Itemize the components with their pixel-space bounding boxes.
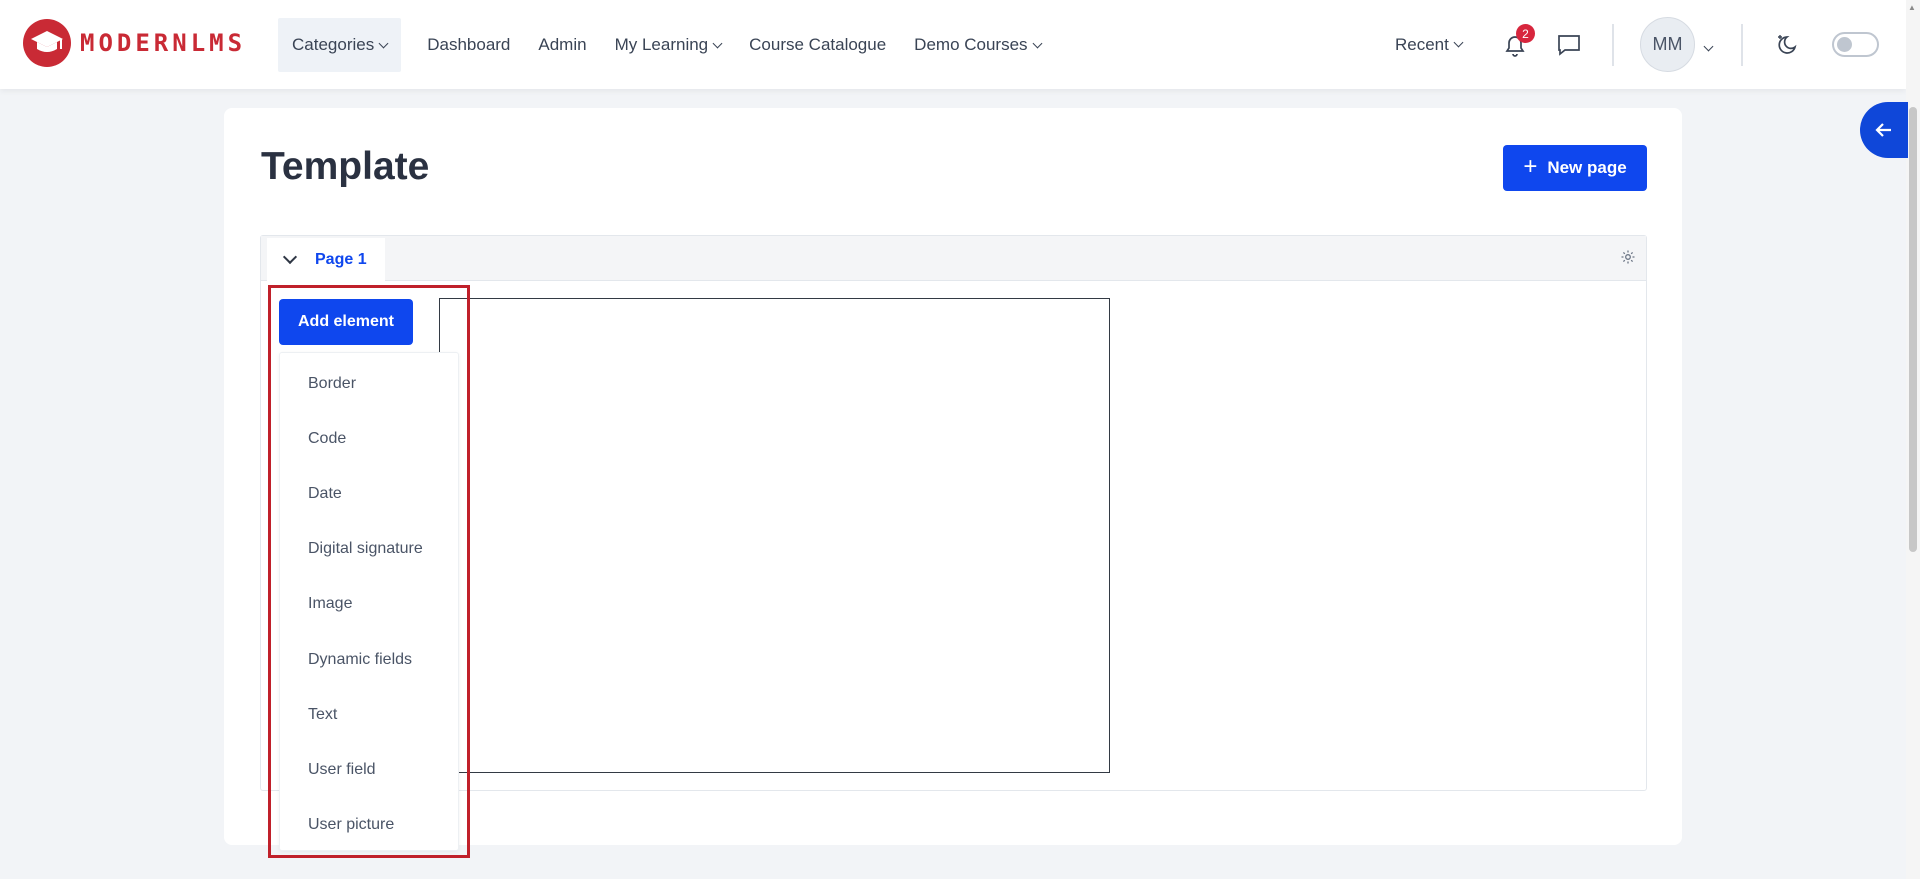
brand-name: MODERNLMS [80, 29, 247, 57]
nav-item-label: Demo Courses [914, 35, 1028, 54]
tab-page-1[interactable]: Page 1 [267, 238, 385, 281]
arrow-left-icon [1875, 123, 1891, 137]
nav-item-label: Course Catalogue [749, 35, 887, 54]
dark-mode-moon-icon[interactable] [1775, 33, 1799, 62]
nav-item-label: Dashboard [427, 35, 511, 54]
recent-label: Recent [1395, 34, 1449, 54]
nav-divider [1612, 24, 1614, 66]
scroll-up-arrow-icon[interactable]: ▲ [1908, 3, 1916, 12]
user-menu-chevron-icon[interactable] [1703, 37, 1714, 55]
recent-dropdown[interactable]: Recent [1395, 0, 1464, 89]
open-drawer-button[interactable] [1860, 102, 1908, 158]
messages-chat-icon[interactable] [1557, 34, 1581, 61]
new-page-button[interactable]: + New page [1503, 145, 1647, 191]
menu-item-user-picture[interactable]: User picture [280, 798, 458, 853]
nav-item-demo-courses[interactable]: Demo Courses [900, 18, 1054, 72]
menu-item-digital-signature[interactable]: Digital signature [280, 522, 458, 577]
graduation-cap-icon [23, 19, 71, 67]
menu-item-user-field[interactable]: User field [280, 742, 458, 797]
user-avatar[interactable]: MM [1640, 17, 1695, 72]
top-navbar: MODERNLMS Categories Dashboard Admin My Lea… [0, 0, 1906, 89]
brand-logo-link[interactable]: MODERNLMS [23, 19, 246, 67]
add-element-menu: Border Code Date Digital signature Image Dyna… [279, 352, 459, 851]
notification-count-badge: 2 [1516, 24, 1535, 43]
menu-item-image[interactable]: Image [280, 577, 458, 632]
menu-item-date[interactable]: Date [280, 466, 458, 521]
menu-item-code[interactable]: Code [280, 411, 458, 466]
nav-item-label: Admin [538, 35, 587, 54]
dark-mode-toggle[interactable] [1832, 32, 1879, 57]
menu-item-dynamic-fields[interactable]: Dynamic fields [280, 632, 458, 687]
nav-item-my-learning[interactable]: My Learning [601, 18, 736, 72]
nav-item-label: Categories [292, 35, 375, 54]
menu-item-border[interactable]: Border [280, 356, 458, 411]
chevron-down-icon [282, 249, 298, 264]
new-page-label: New page [1547, 158, 1627, 177]
nav-item-admin[interactable]: Admin [524, 18, 600, 72]
nav-item-dashboard[interactable]: Dashboard [413, 18, 524, 72]
chevron-down-icon [1453, 37, 1464, 48]
primary-nav: Categories Dashboard Admin My Learning Cours… [278, 18, 1055, 72]
plus-icon: + [1523, 153, 1538, 180]
nav-item-categories[interactable]: Categories [278, 18, 402, 72]
page-canvas[interactable] [439, 298, 1110, 773]
nav-divider [1741, 24, 1743, 66]
chevron-down-icon [1032, 38, 1042, 48]
page-tab-label: Page 1 [315, 250, 367, 268]
page-title: Template [261, 145, 430, 188]
nav-item-label: My Learning [614, 35, 709, 54]
nav-item-course-catalogue[interactable]: Course Catalogue [735, 18, 900, 72]
chevron-down-icon [378, 38, 389, 48]
gear-icon[interactable] [1620, 249, 1636, 270]
menu-item-text[interactable]: Text [280, 687, 458, 742]
scrollbar-thumb[interactable] [1909, 107, 1917, 552]
page-panel-header: Page 1 [261, 236, 1646, 281]
chevron-down-icon [712, 38, 723, 48]
add-element-button[interactable]: Add element [279, 299, 413, 345]
